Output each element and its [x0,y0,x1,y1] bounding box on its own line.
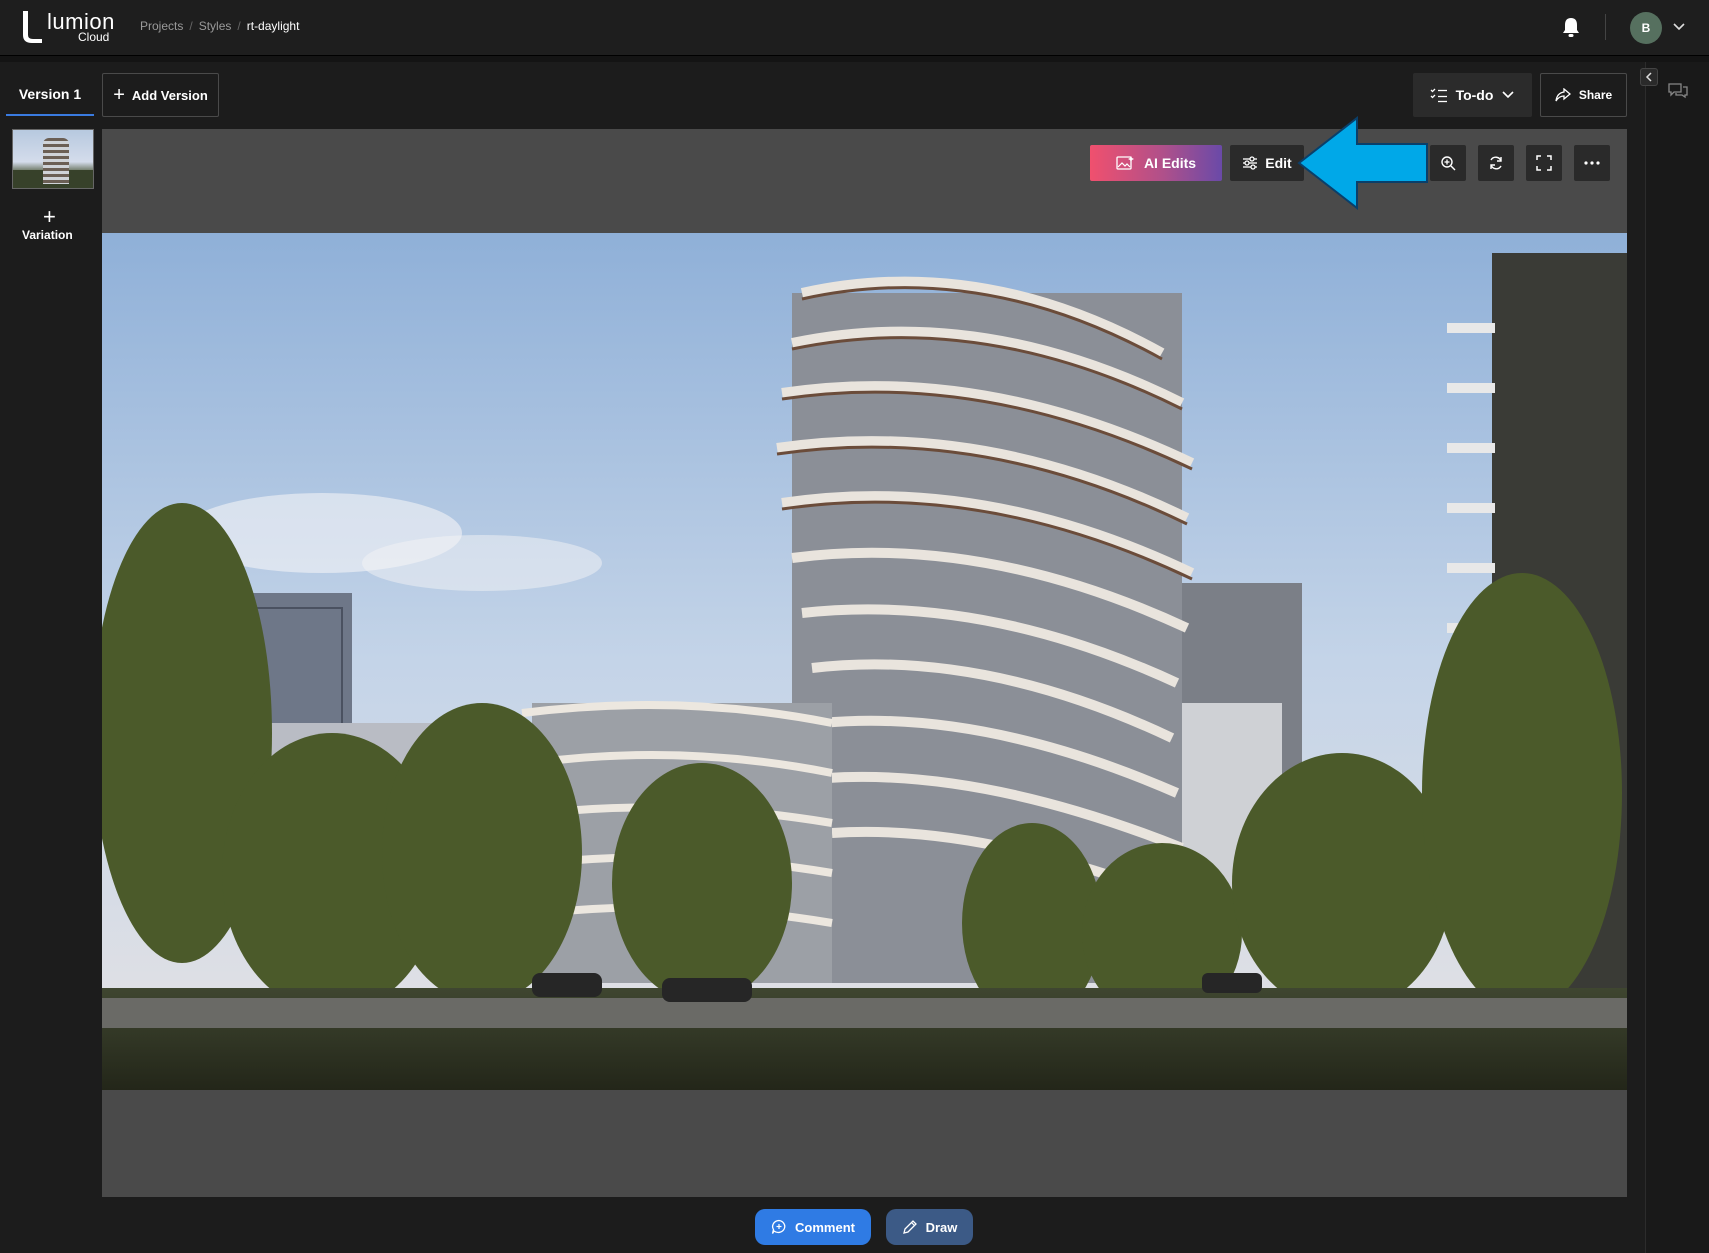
render-image[interactable] [102,233,1627,1090]
comments-panel-icon[interactable] [1667,82,1689,100]
thumbnail-building [43,138,69,184]
breadcrumb-current: rt-daylight [246,19,300,33]
ai-image-icon [1116,156,1134,170]
right-rail [1645,62,1709,1253]
more-options-button[interactable] [1574,145,1610,181]
checklist-icon [1430,88,1447,103]
version-thumbnail[interactable] [12,129,94,189]
zoom-in-icon [1441,156,1456,171]
collapse-panel-button[interactable] [1640,68,1658,86]
share-icon [1555,88,1571,102]
chevron-down-icon[interactable] [1672,20,1686,34]
add-variation-label[interactable]: Variation [22,228,73,242]
chevron-left-icon [1645,72,1652,82]
more-icon [1584,161,1600,165]
todo-label: To-do [1455,87,1494,103]
lumion-logo-mark-icon [23,11,42,43]
draw-button[interactable]: Draw [886,1209,973,1245]
add-version-label: Add Version [131,87,208,103]
share-label: Share [1578,88,1613,102]
todo-status-dropdown[interactable]: To-do [1413,73,1532,117]
notifications-bell-icon[interactable] [1561,16,1581,38]
render-illustration [102,233,1627,1090]
comment-icon [771,1219,786,1234]
zoom-in-button[interactable] [1430,145,1466,181]
breadcrumb-styles[interactable]: Styles [199,19,232,33]
add-variation-plus-icon[interactable]: + [43,204,56,230]
edit-label: Edit [1265,155,1292,171]
comment-button[interactable]: Comment [755,1209,871,1245]
breadcrumb-projects[interactable]: Projects [140,19,183,33]
breadcrumb-separator: / [189,19,193,33]
top-bar: lumion Cloud Projects / Styles / rt-dayl… [0,0,1709,56]
breadcrumb-separator: / [237,19,241,33]
user-avatar[interactable]: B [1630,12,1662,44]
tab-version-1[interactable]: Version 1 [6,74,94,116]
logo-subtitle: Cloud [78,30,110,44]
fullscreen-icon [1536,155,1552,171]
sliders-icon [1243,156,1258,170]
add-version-button[interactable]: + Add Version [102,73,219,117]
lumion-logo[interactable]: lumion Cloud [20,9,130,45]
ai-edits-button[interactable]: AI Edits [1090,145,1222,181]
draw-label: Draw [925,1219,958,1235]
breadcrumb: Projects / Styles / rt-daylight [140,19,299,33]
ai-edits-label: AI Edits [1143,155,1197,171]
callout-arrow-icon [1297,116,1428,210]
plus-icon: + [113,84,125,106]
comment-label: Comment [795,1219,855,1235]
topbar-divider [1605,14,1606,40]
pencil-icon [902,1220,917,1234]
refresh-icon [1490,156,1502,170]
fullscreen-button[interactable] [1526,145,1562,181]
share-button[interactable]: Share [1540,73,1627,117]
chevron-down-icon [1502,91,1514,99]
edit-button[interactable]: Edit [1230,145,1304,181]
refresh-button[interactable] [1478,145,1514,181]
